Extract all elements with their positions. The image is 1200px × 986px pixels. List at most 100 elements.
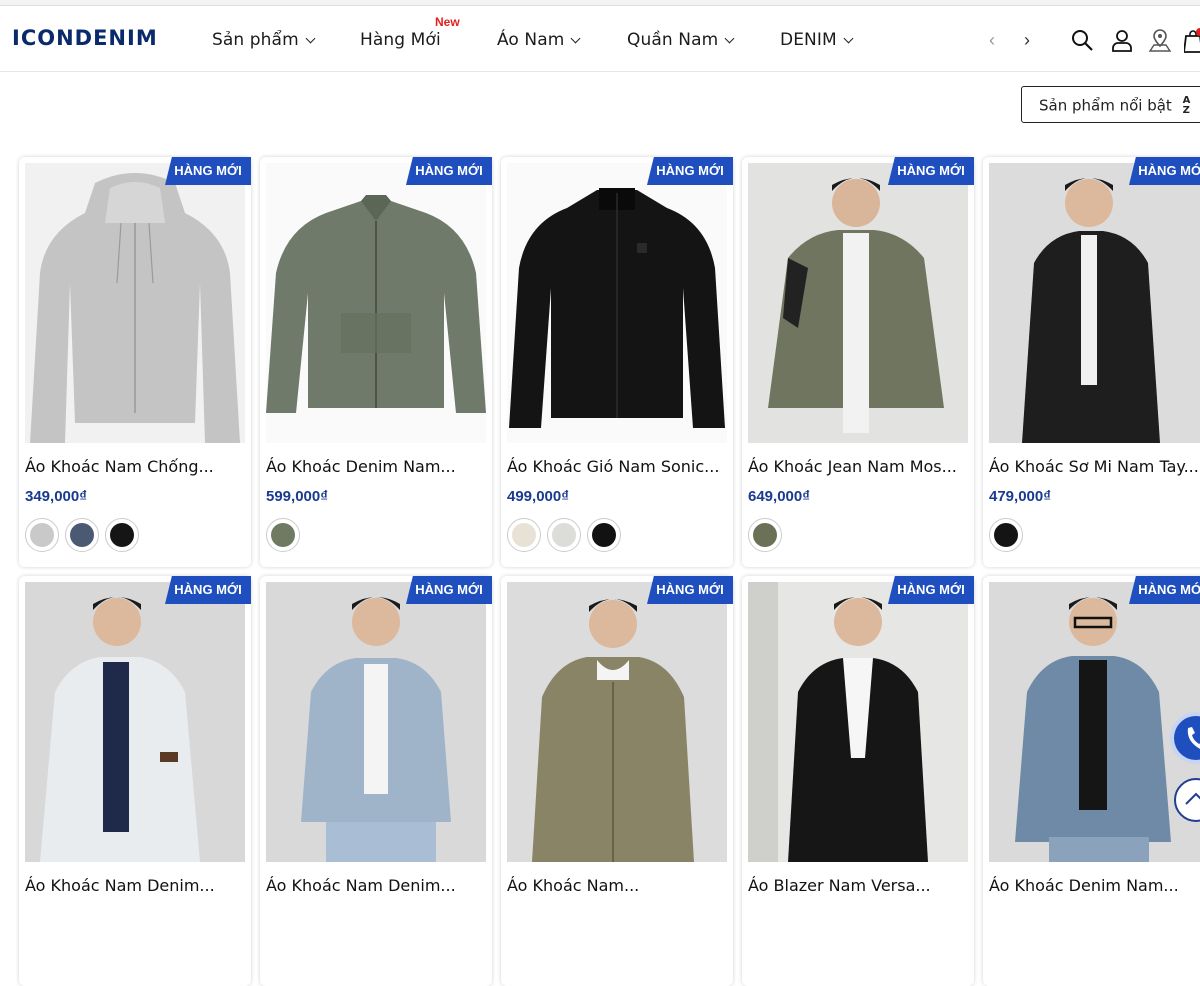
product-name[interactable]: Áo Khoác Sơ Mi Nam Tay... [989,457,1200,476]
site-logo[interactable]: ICONDENIM [12,26,158,50]
product-image[interactable] [748,163,968,443]
price-value: 499,000₫ [507,488,569,505]
new-arrival-badge: HÀNG MỚI [647,157,733,185]
color-swatch[interactable] [105,518,139,552]
chevron-down-icon [724,33,735,44]
product-image[interactable] [989,582,1200,862]
swatch-color [271,523,295,547]
swatch-color [30,523,54,547]
user-icon[interactable] [1110,28,1134,57]
product-card[interactable]: HÀNG MỚI Áo Blazer Nam Versa... [742,576,974,986]
nav-item-ao-nam[interactable]: Áo Nam [497,30,581,50]
sort-dropdown[interactable]: Sản phẩm nổi bật AZ [1021,86,1200,123]
color-swatch[interactable] [25,518,59,552]
swatch-color [70,523,94,547]
nav-item-san-pham[interactable]: Sản phẩm [212,30,316,50]
product-card[interactable]: HÀNG MỚI Áo Khoác Nam... [501,576,733,986]
product-name[interactable]: Áo Khoác Denim Nam... [266,457,490,476]
location-icon[interactable] [1148,28,1172,57]
color-swatch[interactable] [748,518,782,552]
search-icon[interactable] [1070,28,1094,57]
nav-label: DENIM [780,30,837,50]
color-swatch[interactable] [266,518,300,552]
cart-icon[interactable] [1182,28,1200,59]
color-swatches [507,518,621,552]
chevron-down-icon [305,33,316,44]
scroll-top-icon[interactable] [1174,778,1200,822]
color-swatches [989,518,1023,552]
nav-label: Quần Nam [627,30,719,50]
product-price: 479,000₫ [989,488,1051,505]
product-price: 649,000₫ [748,488,810,505]
nav-label: Áo Nam [497,30,565,50]
nav-label: Sản phẩm [212,30,299,50]
product-name[interactable]: Áo Khoác Nam Denim... [266,876,490,895]
product-card[interactable]: HÀNG MỚI Áo Khoác Nam Denim... [260,576,492,986]
product-image[interactable] [507,582,727,862]
color-swatch[interactable] [507,518,541,552]
sort-az-icon: AZ [1182,95,1191,116]
color-swatches [748,518,782,552]
product-image[interactable] [748,582,968,862]
product-image[interactable] [266,582,486,862]
new-arrival-badge: HÀNG MỚI [1129,157,1200,185]
product-card[interactable]: HÀNG MỚI Áo Khoác Nam Denim... [19,576,251,986]
phone-icon[interactable] [1174,716,1200,760]
product-card[interactable]: HÀNG MỚI Áo Khoác Gió Nam Sonic... 499,0… [501,157,733,567]
price-value: 599,000₫ [266,488,328,505]
nav-item-denim[interactable]: DENIM [780,30,854,50]
sort-label: Sản phẩm nổi bật [1039,96,1172,115]
nav-item-quan-nam[interactable]: Quần Nam [627,30,735,50]
color-swatches [266,518,300,552]
product-name[interactable]: Áo Khoác Nam... [507,876,731,895]
product-card[interactable]: HÀNG MỚI Áo Khoác Jean Nam Mos... 649,00… [742,157,974,567]
product-name[interactable]: Áo Khoác Nam Denim... [25,876,249,895]
product-image[interactable] [989,163,1200,443]
chevron-down-icon [570,33,581,44]
product-image[interactable] [25,582,245,862]
nav-prev-arrow[interactable]: ‹ [989,30,995,51]
new-arrival-badge: HÀNG MỚI [165,576,251,604]
product-image[interactable] [266,163,486,443]
product-name[interactable]: Áo Khoác Denim Nam... [989,876,1200,895]
swatch-color [753,523,777,547]
swatch-color [110,523,134,547]
product-name[interactable]: Áo Khoác Nam Chống... [25,457,249,476]
swatch-color [994,523,1018,547]
price-value: 349,000₫ [25,488,87,505]
new-badge: New [435,15,460,29]
color-swatch[interactable] [547,518,581,552]
product-name[interactable]: Áo Khoác Gió Nam Sonic... [507,457,731,476]
nav-next-arrow[interactable]: › [1024,30,1030,51]
product-card[interactable]: HÀNG MỚI Áo Khoác Sơ Mi Nam Tay... 479,0… [983,157,1200,567]
new-arrival-badge: HÀNG MỚI [888,157,974,185]
product-card[interactable]: HÀNG MỚI Áo Khoác Denim Nam... [983,576,1200,986]
color-swatch[interactable] [65,518,99,552]
new-arrival-badge: HÀNG MỚI [406,576,492,604]
swatch-color [592,523,616,547]
chevron-down-icon [843,33,854,44]
nav-item-hang-moi[interactable]: Hàng Mới [360,30,441,50]
product-image[interactable] [507,163,727,443]
product-card[interactable]: HÀNG MỚI Áo Khoác Denim Nam... 599,000₫ [260,157,492,567]
product-price: 349,000₫ [25,488,87,505]
site-header: ICONDENIM Sản phẩm Hàng Mới New Áo Nam Q… [0,6,1200,72]
color-swatches [25,518,139,552]
product-name[interactable]: Áo Blazer Nam Versa... [748,876,972,895]
new-arrival-badge: HÀNG MỚI [165,157,251,185]
new-arrival-badge: HÀNG MỚI [647,576,733,604]
new-arrival-badge: HÀNG MỚI [1129,576,1200,604]
product-card[interactable]: HÀNG MỚI Áo Khoác Nam Chống... 349,000₫ [19,157,251,567]
new-arrival-badge: HÀNG MỚI [888,576,974,604]
color-swatch[interactable] [587,518,621,552]
price-value: 649,000₫ [748,488,810,505]
color-swatch[interactable] [989,518,1023,552]
product-price: 599,000₫ [266,488,328,505]
swatch-color [512,523,536,547]
product-name[interactable]: Áo Khoác Jean Nam Mos... [748,457,972,476]
product-image[interactable] [25,163,245,443]
new-arrival-badge: HÀNG MỚI [406,157,492,185]
product-price: 499,000₫ [507,488,569,505]
swatch-color [552,523,576,547]
nav-label: Hàng Mới [360,30,441,50]
